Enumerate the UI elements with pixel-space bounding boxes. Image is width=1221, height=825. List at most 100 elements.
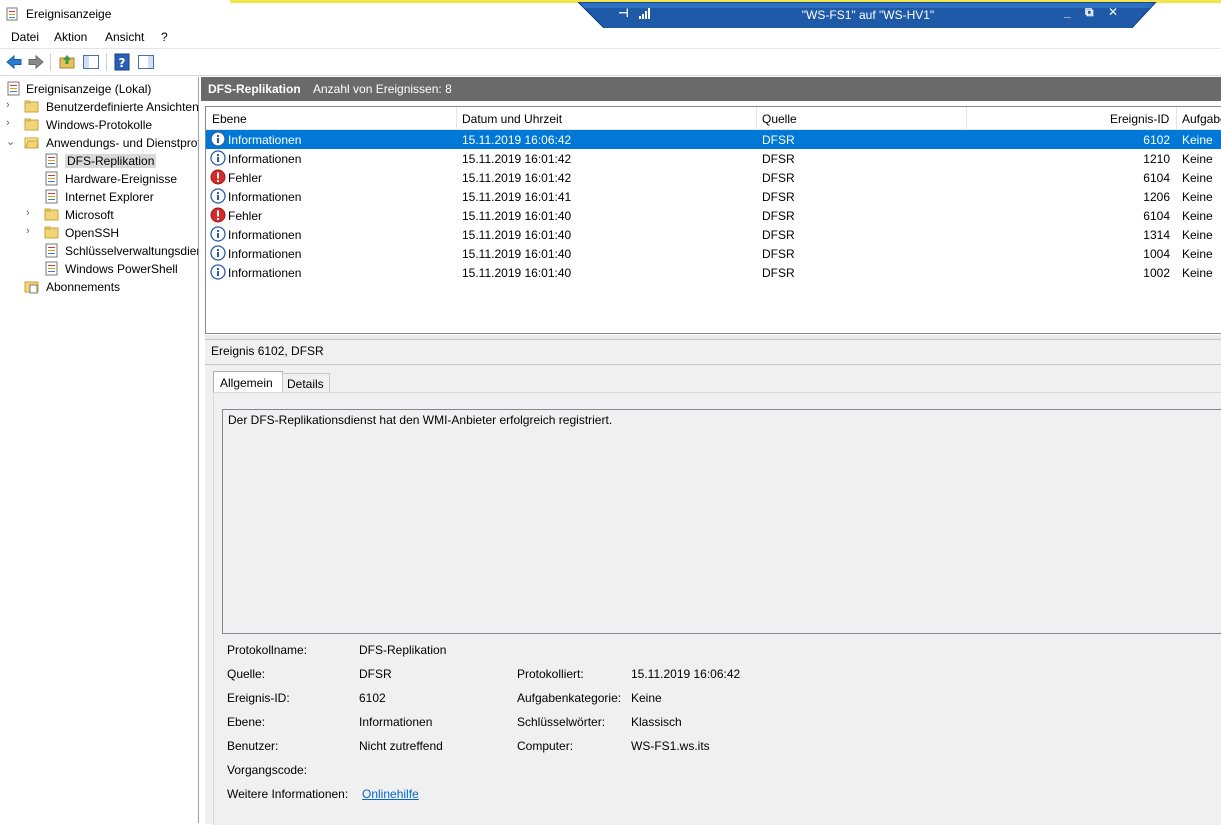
minimize-icon[interactable]: _ bbox=[1064, 5, 1071, 19]
tree-label: Windows-Protokolle bbox=[46, 118, 153, 132]
tab-details[interactable]: Details bbox=[282, 373, 330, 393]
cell-source: DFSR bbox=[762, 209, 795, 223]
event-row[interactable]: Informationen 15.11.2019 16:01:40 DFSR 1314… bbox=[206, 225, 1221, 244]
tree-label: Windows PowerShell bbox=[65, 262, 178, 276]
up-folder-icon[interactable] bbox=[58, 53, 76, 71]
value-computer: WS-FS1.ws.its bbox=[631, 739, 710, 753]
label-event-id: Ereignis-ID: bbox=[227, 691, 290, 705]
cell-event-id: 1004 bbox=[1143, 247, 1170, 261]
menu-bar: Datei Aktion Ansicht ? bbox=[0, 28, 1221, 48]
tree-item-windows-logs[interactable]: › Windows-Protokolle bbox=[6, 116, 196, 134]
event-viewer-icon bbox=[6, 7, 18, 21]
show-action-pane-icon[interactable] bbox=[137, 53, 155, 71]
event-row[interactable]: Informationen 15.11.2019 16:01:42 DFSR 1210… bbox=[206, 149, 1221, 168]
cell-event-id: 6104 bbox=[1143, 209, 1170, 223]
tree-item-key-management[interactable]: Schlüsselverwaltungsdienst bbox=[44, 242, 199, 260]
menu-ansicht[interactable]: Ansicht bbox=[105, 30, 144, 44]
column-separator[interactable] bbox=[1176, 107, 1177, 129]
cell-source: DFSR bbox=[762, 247, 795, 261]
restore-icon[interactable]: ⧉ bbox=[1085, 5, 1094, 20]
column-date[interactable]: Datum und Uhrzeit bbox=[462, 112, 562, 126]
cell-task-category: Keine bbox=[1182, 228, 1213, 242]
column-separator[interactable] bbox=[456, 107, 457, 129]
online-help-link[interactable]: Onlinehilfe bbox=[362, 787, 419, 801]
event-row[interactable]: Informationen 15.11.2019 16:01:40 DFSR 1002… bbox=[206, 263, 1221, 282]
cell-event-id: 1002 bbox=[1143, 266, 1170, 280]
close-icon[interactable]: ✕ bbox=[1108, 5, 1118, 19]
cell-date: 15.11.2019 16:01:40 bbox=[462, 247, 572, 261]
subscriptions-icon bbox=[24, 281, 39, 294]
cell-task-category: Keine bbox=[1182, 266, 1213, 280]
tab-general[interactable]: Allgemein bbox=[213, 371, 283, 393]
chevron-right-icon[interactable]: › bbox=[26, 207, 38, 219]
back-arrow-icon[interactable] bbox=[5, 53, 23, 71]
tree-label: Schlüsselverwaltungsdienst bbox=[65, 244, 199, 258]
column-separator[interactable] bbox=[756, 107, 757, 129]
value-keywords: Klassisch bbox=[631, 715, 682, 729]
event-row[interactable]: Informationen 15.11.2019 16:01:40 DFSR 1004… bbox=[206, 244, 1221, 263]
event-message-box[interactable]: Der DFS-Replikationsdienst hat den WMI-A… bbox=[222, 409, 1221, 634]
menu-help[interactable]: ? bbox=[161, 30, 168, 44]
log-icon bbox=[45, 189, 58, 204]
label-source: Quelle: bbox=[227, 667, 266, 681]
tree-label: Anwendungs- und Dienstprotokolle bbox=[46, 136, 198, 150]
column-task-category[interactable]: Aufgabenkategorie bbox=[1182, 112, 1221, 126]
tree-item-dfs-replication[interactable]: DFS-Replikation bbox=[44, 152, 196, 170]
chevron-right-icon[interactable]: › bbox=[6, 117, 18, 129]
event-row[interactable]: Fehler 15.11.2019 16:01:40 DFSR 6104 Keine bbox=[206, 206, 1221, 225]
event-list: Ebene Datum und Uhrzeit Quelle Ereignis-… bbox=[205, 106, 1221, 334]
error-icon bbox=[210, 169, 226, 185]
tree-item-hardware-events[interactable]: Hardware-Ereignisse bbox=[44, 170, 196, 188]
error-icon bbox=[210, 207, 226, 223]
svg-text:?: ? bbox=[119, 56, 126, 70]
log-header-title: DFS-Replikation bbox=[208, 82, 301, 96]
general-tab-page: Der DFS-Replikationsdienst hat den WMI-A… bbox=[213, 392, 1221, 825]
tree-item-microsoft[interactable]: › Microsoft bbox=[26, 206, 196, 224]
divider bbox=[205, 364, 1221, 365]
cell-level: Informationen bbox=[228, 247, 302, 261]
folder-icon bbox=[44, 226, 59, 239]
info-icon bbox=[210, 131, 226, 147]
show-hide-tree-icon[interactable] bbox=[82, 53, 100, 71]
tree-label: Hardware-Ereignisse bbox=[65, 172, 178, 186]
event-detail-pane: Ereignis 6102, DFSR Allgemein Details De… bbox=[205, 339, 1221, 825]
tree-label: DFS-Replikation bbox=[65, 154, 157, 168]
pin-icon[interactable]: ⊣ bbox=[618, 6, 629, 20]
menu-aktion[interactable]: Aktion bbox=[54, 30, 87, 44]
tree-label: OpenSSH bbox=[65, 226, 120, 240]
tree-item-internet-explorer[interactable]: Internet Explorer bbox=[44, 188, 196, 206]
cell-event-id: 6104 bbox=[1143, 171, 1170, 185]
tab-label: Details bbox=[287, 377, 324, 391]
tree-item-openssh[interactable]: › OpenSSH bbox=[26, 224, 196, 242]
cell-source: DFSR bbox=[762, 190, 795, 204]
event-row[interactable]: Fehler 15.11.2019 16:01:42 DFSR 6104 Keine bbox=[206, 168, 1221, 187]
event-row[interactable]: Informationen 15.11.2019 16:01:41 DFSR 1206… bbox=[206, 187, 1221, 206]
tree-label: Benutzerdefinierte Ansichten bbox=[46, 100, 199, 114]
forward-arrow-icon[interactable] bbox=[27, 53, 45, 71]
chevron-right-icon[interactable]: › bbox=[6, 99, 18, 111]
column-source[interactable]: Quelle bbox=[762, 112, 797, 126]
navigation-tree: Ereignisanzeige (Lokal) › Benutzerdefini… bbox=[0, 77, 199, 823]
chevron-right-icon[interactable]: › bbox=[26, 225, 38, 237]
event-viewer-icon bbox=[7, 81, 20, 96]
cell-level: Informationen bbox=[228, 266, 302, 280]
chevron-down-icon[interactable]: ⌄ bbox=[6, 135, 18, 148]
event-row[interactable]: Informationen 15.11.2019 16:06:42 DFSR 6102… bbox=[206, 130, 1221, 149]
column-separator[interactable] bbox=[966, 107, 967, 129]
value-log-name: DFS-Replikation bbox=[359, 643, 447, 657]
column-event-id[interactable]: Ereignis-ID bbox=[1110, 112, 1169, 126]
column-level[interactable]: Ebene bbox=[212, 112, 247, 126]
cell-event-id: 1206 bbox=[1143, 190, 1170, 204]
tree-item-app-services[interactable]: ⌄ Anwendungs- und Dienstprotokolle bbox=[6, 134, 198, 152]
tree-item-root[interactable]: Ereignisanzeige (Lokal) bbox=[6, 80, 196, 98]
cell-source: DFSR bbox=[762, 152, 795, 166]
tree-item-subscriptions[interactable]: Abonnements bbox=[24, 278, 196, 296]
help-icon[interactable]: ? bbox=[113, 53, 131, 71]
tree-item-custom-views[interactable]: › Benutzerdefinierte Ansichten bbox=[6, 98, 199, 116]
cell-event-id: 1314 bbox=[1143, 228, 1170, 242]
menu-datei[interactable]: Datei bbox=[11, 30, 39, 44]
content-pane: DFS-Replikation Anzahl von Ereignissen: … bbox=[201, 77, 1221, 825]
event-detail-title: Ereignis 6102, DFSR bbox=[211, 344, 324, 358]
tree-item-windows-powershell[interactable]: Windows PowerShell bbox=[44, 260, 196, 278]
tab-label: Allgemein bbox=[220, 376, 273, 390]
